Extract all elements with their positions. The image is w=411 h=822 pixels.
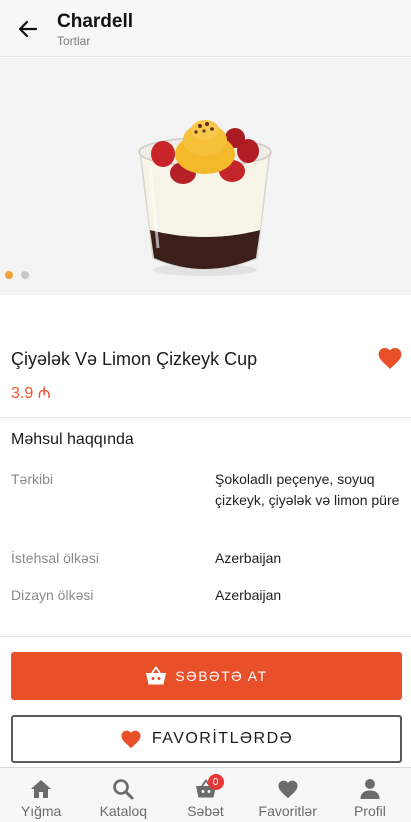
- app-bar: Chardell Tortlar: [0, 0, 411, 57]
- product-price: 3.9 ₼: [11, 385, 51, 402]
- cart-count-badge: 0: [207, 774, 224, 790]
- spec-label-design-country: Dizayn ölkəsi: [11, 587, 94, 603]
- back-button[interactable]: [14, 15, 42, 43]
- arrow-left-icon: [18, 20, 38, 38]
- nav-item-home[interactable]: Yığma: [0, 768, 82, 822]
- product-name: Çiyələk Və Limon Çizkeyk Cup: [11, 349, 258, 369]
- spec-label-ingredients: Tərkibi: [11, 471, 54, 487]
- heart-icon: [276, 777, 300, 801]
- divider: [0, 636, 411, 637]
- spec-value-ingredients: Şokoladlı peçenye, soyuq çizkeyk, çiyələ…: [215, 471, 400, 508]
- home-icon: [29, 777, 53, 801]
- pagination-dot[interactable]: [21, 271, 29, 279]
- add-to-cart-label: SƏBƏTƏ AT: [175, 668, 268, 684]
- favorite-heart-icon[interactable]: [377, 346, 403, 370]
- nav-item-favorites[interactable]: Favoritlər: [247, 768, 329, 822]
- bottom-navigation: Yığma Kataloq 0 Səbət Favoritlər Profil: [0, 767, 411, 822]
- nav-item-catalog[interactable]: Kataloq: [82, 768, 164, 822]
- favorites-label: FAVORİTLƏRDƏ: [151, 730, 294, 747]
- nav-item-cart[interactable]: 0 Səbət: [164, 768, 246, 822]
- pagination-dot-active[interactable]: [5, 271, 13, 279]
- add-to-cart-button[interactable]: SƏBƏTƏ AT: [11, 652, 402, 700]
- product-image-gallery[interactable]: [0, 58, 411, 295]
- basket-icon: [146, 666, 167, 685]
- nav-label: Yığma: [20, 803, 62, 819]
- divider: [0, 417, 411, 418]
- spec-value-production-country: Azerbaijan: [215, 550, 282, 566]
- nav-item-profile[interactable]: Profil: [329, 768, 411, 822]
- page-title: Chardell: [57, 11, 134, 32]
- spec-value-design-country: Azerbaijan: [215, 587, 282, 603]
- nav-label: Favoritlər: [258, 803, 317, 819]
- search-icon: [111, 777, 135, 801]
- spec-label-production-country: İstehsal ölkəsi: [11, 550, 99, 566]
- page-subtitle: Tortlar: [57, 34, 91, 48]
- nav-label: Səbət: [187, 803, 224, 819]
- product-image: [138, 120, 272, 276]
- nav-label: Profil: [353, 803, 386, 819]
- gallery-pagination: [5, 271, 29, 279]
- person-icon: [358, 777, 382, 801]
- nav-label: Kataloq: [99, 803, 148, 819]
- favorites-button[interactable]: FAVORİTLƏRDƏ: [11, 715, 402, 763]
- about-section-title: Məhsul haqqında: [11, 431, 134, 448]
- heart-icon: [121, 730, 141, 749]
